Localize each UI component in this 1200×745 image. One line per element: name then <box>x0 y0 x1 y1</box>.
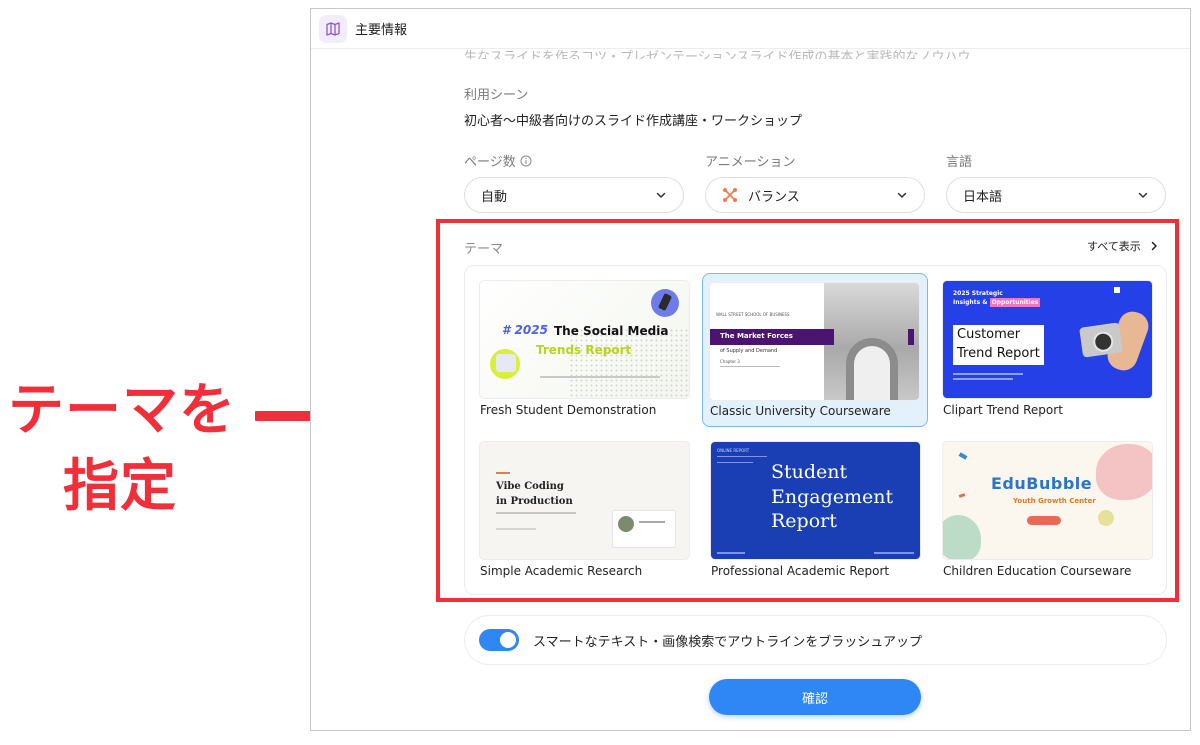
thumb-chapter: Chapter 3 <box>720 359 740 364</box>
pink-bubble <box>1096 444 1152 500</box>
annotation-text-line1: テーマを <box>8 378 236 443</box>
chevron-right-icon <box>1151 241 1157 251</box>
animation-balance-icon <box>722 187 738 203</box>
thumb-highlight: Opportunities <box>989 298 1041 307</box>
theme-card-professional-academic-report[interactable]: ONLINE REPORT Student Engagement Report … <box>696 427 922 581</box>
thumb-title-line2: Trends Report <box>536 343 632 357</box>
theme-card-label: Professional Academic Report <box>711 564 890 578</box>
animation-label: アニメーション <box>705 155 796 170</box>
thumb-footer-line <box>717 552 745 554</box>
thumb-text-line <box>717 456 767 457</box>
thumb-subtitle-line <box>540 376 660 378</box>
thumb-tiny-text: ONLINE REPORT <box>717 448 750 453</box>
green-bubble <box>943 515 981 559</box>
theme-thumbnail: Vibe Coding in Production <box>479 441 690 560</box>
thumb-text-line <box>496 512 576 514</box>
dot-pattern <box>569 328 689 398</box>
logo-icon <box>1114 287 1142 295</box>
theme-card-label: Clipart Trend Report <box>943 403 1063 417</box>
title-bar-accent <box>908 329 914 345</box>
theme-card-label: Children Education Courseware <box>943 564 1132 578</box>
annotation-text-line2: 指定 <box>63 454 177 519</box>
confirm-button[interactable]: 確認 <box>709 679 921 715</box>
theme-card-clipart-trend-report[interactable]: 2025 Strategic Insights & Opportunities … <box>928 266 1154 420</box>
theme-card-children-education-courseware[interactable]: EduBubble Youth Growth Center Children E… <box>928 427 1154 581</box>
thumb-title-line1: The Social Media <box>554 324 669 338</box>
pages-select-value: 自動 <box>481 189 508 205</box>
window-header: 主要情報 <box>311 9 1190 49</box>
thumb-pill <box>1027 516 1061 525</box>
thumb-top-text: 2025 Strategic Insights & Opportunities <box>953 290 1041 307</box>
animation-select-value: バランス <box>748 189 800 205</box>
pages-label: ページ数 <box>464 155 516 170</box>
smart-search-row: スマートなテキスト・画像検索でアウトラインをブラッシュアップ <box>464 615 1167 665</box>
theme-card-fresh-student-demonstration[interactable]: # 2025 The Social Media Trends Report Fr… <box>465 266 691 420</box>
language-select[interactable]: 日本語 <box>946 177 1166 213</box>
window-title: 主要情報 <box>355 23 408 38</box>
theme-card-classic-university-courseware[interactable]: WALL STREET SCHOOL OF BUSINESS The Marke… <box>702 273 928 427</box>
theme-card-label: Classic University Courseware <box>710 404 891 418</box>
sparkle-icon <box>958 452 968 460</box>
camera-icon <box>1079 322 1123 358</box>
profile-card <box>612 510 676 548</box>
thumb-text-line <box>953 373 1023 375</box>
theme-thumbnail: WALL STREET SCHOOL OF BUSINESS The Marke… <box>709 282 920 401</box>
sparkle-icon <box>958 493 966 498</box>
phone-icon <box>651 289 679 317</box>
chevron-down-icon <box>897 192 907 198</box>
thumb-title-box: Customer Trend Report <box>953 325 1044 365</box>
thumb-title-line1: Customer <box>957 327 1021 342</box>
tablet-icon <box>490 349 520 379</box>
theme-card-simple-academic-research[interactable]: Vibe Coding in Production Simple Academi… <box>465 427 691 581</box>
thumb-footer-line <box>874 552 914 554</box>
yellow-bubble <box>1098 510 1114 526</box>
see-all-link[interactable]: すべて表示 <box>1087 238 1159 254</box>
info-icon[interactable] <box>520 155 532 167</box>
theme-label: テーマ <box>464 242 504 257</box>
thumb-subtitle: Youth Growth Center <box>1013 497 1096 505</box>
theme-card-label: Simple Academic Research <box>480 564 643 578</box>
thumb-hash: # 2025 <box>502 323 548 337</box>
thumb-title: The Market Forces <box>720 332 793 340</box>
thumb-divider <box>720 366 780 367</box>
map-icon <box>319 14 347 43</box>
theme-grid: # 2025 The Social Media Trends Report Fr… <box>464 265 1167 595</box>
chevron-down-icon <box>1138 192 1148 198</box>
smart-search-toggle[interactable] <box>479 629 519 651</box>
smart-search-label: スマートなテキスト・画像検索でアウトラインをブラッシュアップ <box>533 634 922 650</box>
thumb-school: WALL STREET SCHOOL OF BUSINESS <box>716 312 790 317</box>
thumb-subtitle: of Supply and Demand <box>720 348 778 354</box>
theme-thumbnail: ONLINE REPORT Student Engagement Report <box>710 441 921 560</box>
dialog-window: 主要情報 生なスライドを作るコツ・プレゼンテーションスライド作成の基本と実践的な… <box>310 8 1191 731</box>
accent-dash <box>496 472 510 474</box>
thumb-text-line <box>496 528 536 530</box>
scene-label: 利用シーン <box>464 88 529 103</box>
thumb-title: Vibe Coding in Production <box>496 481 573 507</box>
scene-value: 初心者〜中級者向けのスライド作成講座・ワークショップ <box>464 114 803 129</box>
language-label: 言語 <box>946 155 973 170</box>
animation-select[interactable]: バランス <box>705 177 925 213</box>
theme-thumbnail: # 2025 The Social Media Trends Report <box>479 280 690 399</box>
pages-select[interactable]: 自動 <box>464 177 684 213</box>
see-all-label: すべて表示 <box>1087 240 1141 253</box>
language-select-value: 日本語 <box>963 189 1003 205</box>
thumb-title: Student Engagement Report <box>771 461 894 533</box>
pages-label-group: ページ数 <box>464 151 532 170</box>
thumb-title: EduBubble <box>991 474 1093 493</box>
thumb-text-line <box>717 462 753 463</box>
theme-thumbnail: 2025 Strategic Insights & Opportunities … <box>942 280 1153 399</box>
theme-thumbnail: EduBubble Youth Growth Center <box>942 441 1153 560</box>
chevron-down-icon <box>656 192 666 198</box>
thumb-text-line <box>953 378 1013 380</box>
thumb-title-line2: Trend Report <box>957 345 1040 361</box>
theme-card-label: Fresh Student Demonstration <box>480 403 657 417</box>
building-photo <box>824 283 919 400</box>
